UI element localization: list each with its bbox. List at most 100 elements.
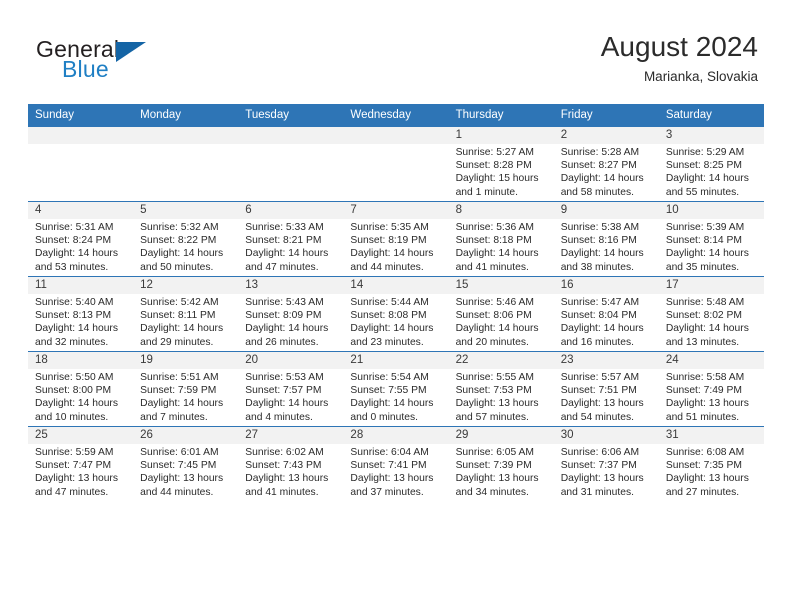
page-header: General Blue August 2024 Marianka, Slova…: [0, 0, 792, 100]
daylight-text: Daylight: 14 hours and 10 minutes.: [35, 398, 118, 423]
calendar-day-cell[interactable]: 9 Sunrise: 5:38 AM Sunset: 8:16 PM Daylight…: [553, 201, 659, 277]
calendar-day-cell[interactable]: 29 Sunrise: 6:05 AM Sunset: 7:39 PM Dayligh…: [448, 426, 554, 501]
calendar-day-cell[interactable]: 27 Sunrise: 6:02 AM Sunset: 7:43 PM Dayligh…: [238, 426, 344, 501]
sunrise-text: Sunrise: 5:36 AM: [455, 222, 534, 233]
calendar-day-cell[interactable]: 22 Sunrise: 5:55 AM Sunset: 7:53 PM Dayligh…: [448, 351, 554, 427]
sunset-text: Sunset: 8:18 PM: [455, 235, 532, 247]
daylight-text: Daylight: 14 hours and 20 minutes.: [455, 323, 539, 348]
calendar-day-cell[interactable]: 23 Sunrise: 5:57 AM Sunset: 7:51 PM Dayligh…: [553, 351, 659, 427]
day-cell: 18 Sunrise: 5:50 AM Sunset: 8:00 PM Dayligh…: [28, 352, 134, 426]
day-number: [343, 127, 449, 144]
calendar-day-cell[interactable]: 26 Sunrise: 6:01 AM Sunset: 7:45 PM Dayligh…: [133, 426, 239, 501]
day-number: 19: [133, 352, 239, 369]
calendar-day-cell[interactable]: 24 Sunrise: 5:58 AM Sunset: 7:49 PM Dayligh…: [658, 351, 764, 427]
calendar-page: General Blue August 2024 Marianka, Slova…: [0, 0, 792, 612]
sunset-text: Sunset: 8:00 PM: [35, 385, 112, 397]
sunset-text: Sunset: 7:59 PM: [140, 385, 217, 397]
sunset-text: Sunset: 8:02 PM: [665, 310, 742, 322]
sunset-text: Sunset: 7:39 PM: [455, 460, 532, 472]
calendar-day-cell[interactable]: [28, 126, 134, 202]
day-cell: 6 Sunrise: 5:33 AM Sunset: 8:21 PM Daylight…: [238, 202, 344, 276]
page-title: August 2024: [600, 31, 758, 62]
calendar-day-cell[interactable]: 25 Sunrise: 5:59 AM Sunset: 7:47 PM Dayligh…: [28, 426, 134, 501]
sunset-text: Sunset: 8:28 PM: [455, 160, 532, 172]
day-details: Sunrise: 5:59 AM Sunset: 7:47 PM Daylight:…: [28, 444, 133, 499]
calendar-day-cell[interactable]: 5 Sunrise: 5:32 AM Sunset: 8:22 PM Daylight…: [133, 201, 239, 277]
calendar-day-cell[interactable]: 6 Sunrise: 5:33 AM Sunset: 8:21 PM Daylight…: [238, 201, 344, 277]
daylight-text: Daylight: 14 hours and 50 minutes.: [140, 248, 224, 273]
day-cell: 17 Sunrise: 5:48 AM Sunset: 8:02 PM Dayligh…: [658, 277, 764, 351]
calendar-day-cell[interactable]: 3 Sunrise: 5:29 AM Sunset: 8:25 PM Daylight…: [658, 126, 764, 202]
sunrise-text: Sunrise: 5:32 AM: [140, 222, 219, 233]
calendar-day-cell[interactable]: 15 Sunrise: 5:46 AM Sunset: 8:06 PM Dayligh…: [448, 276, 554, 352]
sunrise-text: Sunrise: 5:51 AM: [140, 372, 219, 383]
daylight-text: Daylight: 14 hours and 47 minutes.: [245, 248, 329, 273]
calendar-day-cell[interactable]: 21 Sunrise: 5:54 AM Sunset: 7:55 PM Dayligh…: [343, 351, 449, 427]
calendar-day-cell[interactable]: 10 Sunrise: 5:39 AM Sunset: 8:14 PM Dayligh…: [658, 201, 764, 277]
calendar-day-cell[interactable]: 14 Sunrise: 5:44 AM Sunset: 8:08 PM Dayligh…: [343, 276, 449, 352]
daylight-text: Daylight: 14 hours and 7 minutes.: [140, 398, 224, 423]
weekday-header-saturday: Saturday: [658, 104, 764, 127]
day-cell: 3 Sunrise: 5:29 AM Sunset: 8:25 PM Daylight…: [658, 127, 764, 201]
general-blue-logo[interactable]: General Blue: [36, 36, 216, 88]
sunrise-text: Sunrise: 5:33 AM: [245, 222, 324, 233]
sunrise-text: Sunrise: 5:39 AM: [665, 222, 745, 233]
sunset-text: Sunset: 7:57 PM: [245, 385, 322, 397]
day-cell: 29 Sunrise: 6:05 AM Sunset: 7:39 PM Dayligh…: [448, 427, 554, 501]
day-details: Sunrise: 6:02 AM Sunset: 7:43 PM Daylight:…: [238, 444, 343, 499]
day-details: Sunrise: 5:35 AM Sunset: 8:19 PM Daylight:…: [343, 219, 448, 274]
sunrise-text: Sunrise: 5:28 AM: [560, 147, 640, 158]
calendar-day-cell[interactable]: [133, 126, 239, 202]
calendar-day-cell[interactable]: 11 Sunrise: 5:40 AM Sunset: 8:13 PM Dayligh…: [28, 276, 134, 352]
weekday-header-monday: Monday: [133, 104, 239, 127]
calendar-day-cell[interactable]: [238, 126, 344, 202]
calendar-day-cell[interactable]: 4 Sunrise: 5:31 AM Sunset: 8:24 PM Daylight…: [28, 201, 134, 277]
calendar-day-cell[interactable]: 1 Sunrise: 5:27 AM Sunset: 8:28 PM Daylight…: [448, 126, 554, 202]
calendar-day-cell[interactable]: [343, 126, 449, 202]
sunset-text: Sunset: 7:49 PM: [665, 385, 742, 397]
calendar-week-row: 4 Sunrise: 5:31 AM Sunset: 8:24 PM Daylight…: [28, 201, 764, 277]
day-cell: 23 Sunrise: 5:57 AM Sunset: 7:51 PM Dayligh…: [553, 352, 659, 426]
day-details: Sunrise: 5:43 AM Sunset: 8:09 PM Daylight:…: [238, 294, 343, 349]
calendar-week-row: 11 Sunrise: 5:40 AM Sunset: 8:13 PM Dayligh…: [28, 276, 764, 352]
calendar-day-cell[interactable]: 12 Sunrise: 5:42 AM Sunset: 8:11 PM Dayligh…: [133, 276, 239, 352]
calendar-day-cell[interactable]: 28 Sunrise: 6:04 AM Sunset: 7:41 PM Dayligh…: [343, 426, 449, 501]
calendar-day-cell[interactable]: 18 Sunrise: 5:50 AM Sunset: 8:00 PM Dayligh…: [28, 351, 134, 427]
daylight-text: Daylight: 13 hours and 51 minutes.: [665, 398, 749, 423]
day-cell: 5 Sunrise: 5:32 AM Sunset: 8:22 PM Daylight…: [133, 202, 239, 276]
calendar-day-cell[interactable]: 8 Sunrise: 5:36 AM Sunset: 8:18 PM Daylight…: [448, 201, 554, 277]
day-details: Sunrise: 5:54 AM Sunset: 7:55 PM Daylight:…: [343, 369, 448, 424]
day-cell: 13 Sunrise: 5:43 AM Sunset: 8:09 PM Dayligh…: [238, 277, 344, 351]
sunrise-text: Sunrise: 5:55 AM: [455, 372, 534, 383]
day-cell: 15 Sunrise: 5:46 AM Sunset: 8:06 PM Dayligh…: [448, 277, 554, 351]
day-number: 17: [658, 277, 764, 294]
daylight-text: Daylight: 14 hours and 29 minutes.: [140, 323, 224, 348]
day-details: Sunrise: 5:46 AM Sunset: 8:06 PM Daylight:…: [449, 294, 554, 349]
sunset-text: Sunset: 7:55 PM: [350, 385, 427, 397]
calendar-day-cell[interactable]: 20 Sunrise: 5:53 AM Sunset: 7:57 PM Dayligh…: [238, 351, 344, 427]
calendar-header-row: Sunday Monday Tuesday Wednesday Thursday…: [28, 104, 764, 127]
daylight-text: Daylight: 14 hours and 41 minutes.: [455, 248, 539, 273]
day-number: 12: [133, 277, 239, 294]
day-number: 6: [238, 202, 344, 219]
day-cell: 30 Sunrise: 6:06 AM Sunset: 7:37 PM Dayligh…: [553, 427, 659, 501]
day-number: 9: [553, 202, 659, 219]
calendar-day-cell[interactable]: 17 Sunrise: 5:48 AM Sunset: 8:02 PM Dayligh…: [658, 276, 764, 352]
sunset-text: Sunset: 8:16 PM: [560, 235, 637, 247]
calendar-day-cell[interactable]: 31 Sunrise: 6:08 AM Sunset: 7:35 PM Dayligh…: [658, 426, 764, 501]
day-number: 1: [448, 127, 554, 144]
sunrise-text: Sunrise: 6:08 AM: [665, 447, 745, 458]
calendar-day-cell[interactable]: 13 Sunrise: 5:43 AM Sunset: 8:09 PM Dayligh…: [238, 276, 344, 352]
daylight-text: Daylight: 13 hours and 44 minutes.: [140, 473, 224, 498]
calendar-day-cell[interactable]: 16 Sunrise: 5:47 AM Sunset: 8:04 PM Dayligh…: [553, 276, 659, 352]
calendar-day-cell[interactable]: 7 Sunrise: 5:35 AM Sunset: 8:19 PM Daylight…: [343, 201, 449, 277]
day-details: Sunrise: 5:31 AM Sunset: 8:24 PM Daylight:…: [28, 219, 133, 274]
day-number: 4: [28, 202, 134, 219]
day-details: Sunrise: 6:01 AM Sunset: 7:45 PM Daylight:…: [133, 444, 238, 499]
calendar-day-cell[interactable]: 30 Sunrise: 6:06 AM Sunset: 7:37 PM Dayligh…: [553, 426, 659, 501]
daylight-text: Daylight: 14 hours and 44 minutes.: [350, 248, 434, 273]
calendar-day-cell[interactable]: 19 Sunrise: 5:51 AM Sunset: 7:59 PM Dayligh…: [133, 351, 239, 427]
sunset-text: Sunset: 8:04 PM: [560, 310, 637, 322]
calendar-day-cell[interactable]: 2 Sunrise: 5:28 AM Sunset: 8:27 PM Daylight…: [553, 126, 659, 202]
day-number: 22: [448, 352, 554, 369]
